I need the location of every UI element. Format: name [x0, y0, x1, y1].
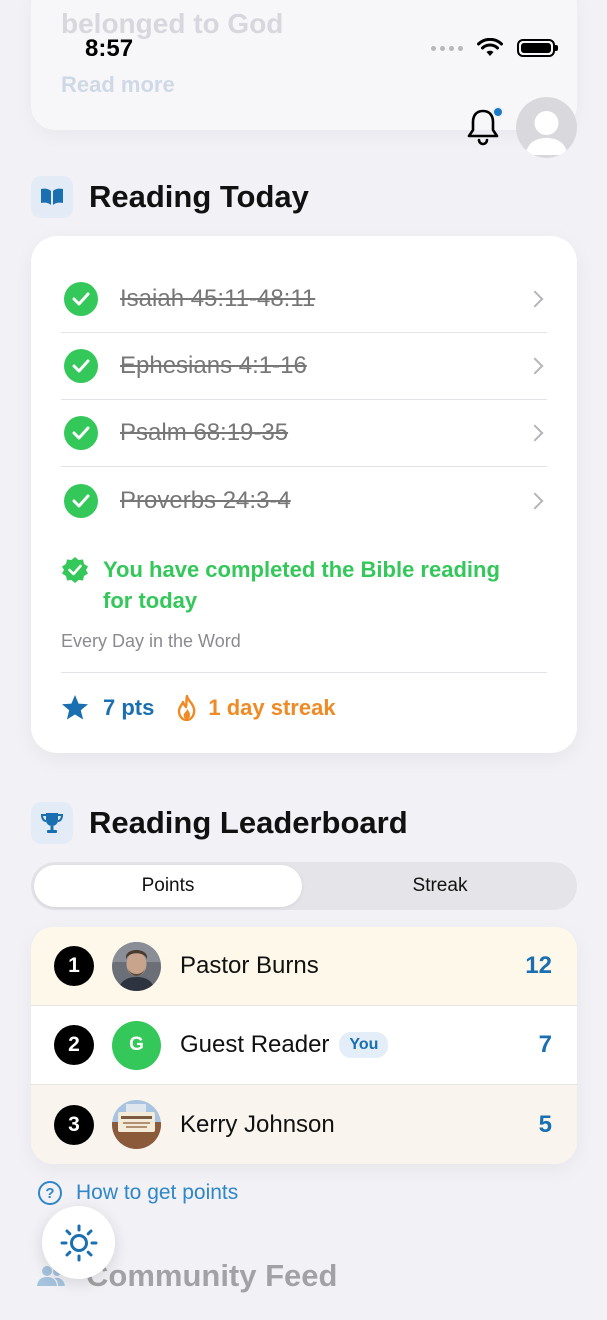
rank-badge: 1 — [54, 946, 94, 986]
chevron-right-icon — [526, 424, 544, 442]
notification-bell-button[interactable] — [466, 106, 504, 148]
leaderboard-segmented-control: Points Streak — [31, 862, 577, 910]
tab-points[interactable]: Points — [34, 865, 302, 907]
reading-item[interactable]: Proverbs 24:3-4 — [61, 467, 547, 534]
checkmark-icon — [64, 349, 98, 383]
checkmark-icon — [64, 483, 98, 518]
leaderboard-header: Reading Leaderboard — [31, 802, 408, 844]
wifi-icon — [477, 38, 503, 56]
points-count: 7 pts — [103, 694, 155, 720]
leaderboard-row[interactable]: 1 Pastor Burns 12 — [31, 927, 577, 1006]
leaderboard-score: 5 — [538, 1110, 552, 1138]
rank-badge: 3 — [54, 1104, 94, 1145]
theme-toggle-button[interactable] — [42, 1206, 115, 1279]
leaderboard-name: Pastor Burns — [180, 952, 319, 979]
reading-today-card: Isaiah 45:11-48:11 Ephesians 4:1-16 Psal… — [31, 236, 577, 753]
reading-item[interactable]: Psalm 68:19-35 — [61, 400, 547, 467]
avatar — [112, 1100, 161, 1149]
read-more-link[interactable]: Read more — [61, 72, 175, 98]
reading-item-label: Psalm 68:19-35 — [120, 419, 289, 446]
leaderboard-name: Guest Reader — [180, 1031, 330, 1058]
notification-dot — [492, 106, 504, 118]
chevron-right-icon — [526, 290, 544, 308]
reading-item-label: Proverbs 24:3-4 — [120, 486, 291, 514]
rank-badge: 2 — [54, 1025, 94, 1065]
completion-message: You have completed the Bible reading for… — [61, 554, 531, 616]
avatar — [112, 941, 161, 991]
flame-icon — [178, 694, 196, 721]
status-time: 8:57 — [85, 35, 134, 62]
star-icon — [62, 695, 88, 720]
you-badge: You — [339, 1032, 389, 1058]
leaderboard-score: 7 — [538, 1031, 552, 1058]
book-icon — [31, 176, 73, 218]
reading-item-label: Ephesians 4:1-16 — [120, 352, 307, 379]
question-circle-icon: ? — [38, 1181, 62, 1205]
battery-icon — [517, 39, 558, 57]
reading-today-title: Reading Today — [89, 179, 309, 214]
leaderboard-title: Reading Leaderboard — [89, 805, 408, 840]
streak-count: 1 day streak — [208, 694, 336, 720]
community-feed-title: Community Feed — [86, 1258, 338, 1293]
checkmark-icon — [64, 416, 98, 450]
reading-today-header: Reading Today — [31, 176, 309, 218]
cellular-signal-icon — [431, 45, 463, 51]
status-icons — [431, 38, 558, 58]
avatar: G — [112, 1020, 161, 1070]
chevron-right-icon — [526, 492, 544, 509]
chevron-right-icon — [526, 357, 544, 375]
tab-streak[interactable]: Streak — [306, 865, 574, 907]
reading-stats: 7 pts 1 day streak — [61, 694, 336, 721]
profile-avatar-button[interactable] — [516, 97, 577, 158]
trophy-icon — [31, 802, 73, 844]
leaderboard-score: 12 — [525, 952, 552, 979]
how-to-get-points-label: How to get points — [76, 1181, 239, 1204]
checkmark-icon — [64, 282, 98, 316]
reading-item[interactable]: Isaiah 45:11-48:11 — [61, 266, 547, 333]
leaderboard-list: 1 Pastor Burns 12 2 G Guest Reader You 7… — [31, 927, 577, 1164]
reading-item[interactable]: Ephesians 4:1-16 — [61, 333, 547, 400]
verified-badge-icon — [62, 557, 88, 583]
sun-icon — [60, 1224, 97, 1261]
user-silhouette-icon — [525, 111, 568, 155]
completion-text: You have completed the Bible reading for… — [103, 557, 500, 613]
leaderboard-row[interactable]: 2 G Guest Reader You 7 — [31, 1006, 577, 1085]
how-to-get-points-link[interactable]: ? How to get points — [38, 1181, 238, 1205]
reading-plan-name: Every Day in the Word — [61, 631, 241, 651]
leaderboard-name: Kerry Johnson — [180, 1110, 335, 1138]
leaderboard-row[interactable]: 3 Kerry Johnson 5 — [31, 1085, 577, 1164]
divider — [61, 672, 547, 673]
reading-item-label: Isaiah 45:11-48:11 — [120, 285, 316, 312]
